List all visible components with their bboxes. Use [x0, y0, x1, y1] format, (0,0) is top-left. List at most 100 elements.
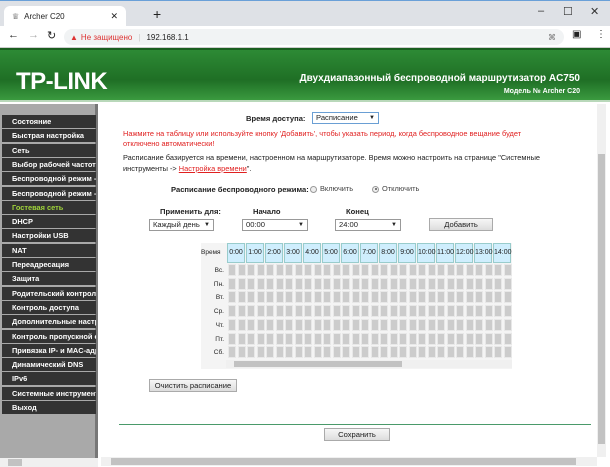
schedule-cell[interactable] — [266, 346, 274, 359]
schedule-cell[interactable] — [427, 318, 436, 331]
schedule-cell[interactable] — [275, 305, 284, 318]
schedule-cell[interactable] — [494, 305, 502, 318]
forward-icon[interactable]: → — [28, 29, 39, 41]
schedule-cell[interactable] — [465, 346, 474, 359]
schedule-cell[interactable] — [456, 264, 464, 276]
schedule-cell[interactable] — [237, 277, 246, 290]
schedule-cell[interactable] — [332, 264, 341, 276]
schedule-cell[interactable] — [237, 264, 246, 276]
schedule-cell[interactable] — [484, 264, 493, 276]
schedule-cell[interactable] — [418, 277, 426, 290]
save-button[interactable]: Сохранить — [324, 428, 390, 441]
schedule-cell[interactable] — [285, 264, 293, 276]
schedule-cell[interactable] — [313, 291, 322, 304]
sidebar-item[interactable]: Родительский контроль — [2, 286, 96, 300]
schedule-cell[interactable] — [446, 277, 455, 290]
schedule-cell[interactable] — [266, 277, 274, 290]
schedule-cell[interactable] — [437, 332, 445, 345]
schedule-cell[interactable] — [275, 291, 284, 304]
schedule-cell[interactable] — [266, 305, 274, 318]
schedule-cell[interactable] — [456, 332, 464, 345]
schedule-cell[interactable] — [237, 346, 246, 359]
schedule-cell[interactable] — [503, 318, 512, 331]
sidebar-item[interactable]: Контроль пропускной способности — [2, 329, 96, 343]
schedule-cell[interactable] — [351, 346, 360, 359]
schedule-cell[interactable] — [361, 318, 369, 331]
schedule-cell[interactable] — [389, 305, 398, 318]
schedule-cell[interactable] — [304, 305, 312, 318]
schedule-cell[interactable] — [380, 346, 388, 359]
schedule-cell[interactable] — [484, 318, 493, 331]
schedule-cell[interactable] — [351, 332, 360, 345]
schedule-cell[interactable] — [399, 291, 407, 304]
schedule-cell[interactable] — [494, 318, 502, 331]
schedule-cell[interactable] — [475, 277, 483, 290]
schedule-cell[interactable] — [427, 277, 436, 290]
sidebar-item[interactable]: Контроль доступа — [2, 300, 96, 314]
translate-icon[interactable]: ⌘ — [548, 33, 556, 42]
schedule-cell[interactable] — [228, 305, 236, 318]
schedule-cell[interactable] — [332, 346, 341, 359]
schedule-cell[interactable] — [323, 318, 331, 331]
schedule-cell[interactable] — [266, 291, 274, 304]
schedule-cell[interactable] — [351, 318, 360, 331]
schedule-cell[interactable] — [437, 264, 445, 276]
schedule-cell[interactable] — [256, 277, 265, 290]
schedule-cell[interactable] — [228, 346, 236, 359]
schedule-cell[interactable] — [475, 264, 483, 276]
schedule-cell[interactable] — [256, 264, 265, 276]
schedule-cell[interactable] — [380, 277, 388, 290]
schedule-cell[interactable] — [446, 305, 455, 318]
schedule-cell[interactable] — [228, 318, 236, 331]
schedule-cell[interactable] — [408, 346, 417, 359]
schedule-cell[interactable] — [332, 291, 341, 304]
schedule-cell[interactable] — [275, 346, 284, 359]
schedule-cell[interactable] — [465, 318, 474, 331]
end-select[interactable]: 24:00 ▼ — [335, 219, 401, 231]
schedule-cell[interactable] — [228, 332, 236, 345]
schedule-cell[interactable] — [503, 291, 512, 304]
schedule-cell[interactable] — [380, 332, 388, 345]
schedule-cell[interactable] — [294, 346, 303, 359]
schedule-cell[interactable] — [408, 264, 417, 276]
sidebar-item[interactable]: Беспроводной режим - 5 ГГц — [2, 186, 96, 200]
schedule-cell[interactable] — [323, 291, 331, 304]
schedule-cell[interactable] — [380, 264, 388, 276]
schedule-cell[interactable] — [418, 291, 426, 304]
schedule-cell[interactable] — [285, 291, 293, 304]
sidebar-item[interactable]: Беспроводной режим - 2,4 ГГц — [2, 172, 96, 186]
clear-schedule-button[interactable]: Очистить расписание — [149, 379, 237, 392]
schedule-cell[interactable] — [465, 305, 474, 318]
schedule-cell[interactable] — [294, 332, 303, 345]
close-tab-icon[interactable]: ✕ — [110, 11, 118, 22]
schedule-cell[interactable] — [370, 318, 379, 331]
schedule-cell[interactable] — [332, 318, 341, 331]
schedule-cell[interactable] — [361, 305, 369, 318]
schedule-cell[interactable] — [389, 291, 398, 304]
insecure-label[interactable]: Не защищено — [81, 33, 132, 42]
schedule-cell[interactable] — [380, 291, 388, 304]
schedule-cell[interactable] — [285, 277, 293, 290]
schedule-cell[interactable] — [247, 332, 255, 345]
sidebar-item[interactable]: Настройки USB — [2, 229, 96, 243]
schedule-cell[interactable] — [370, 291, 379, 304]
start-select[interactable]: 00:00 ▼ — [242, 219, 308, 231]
schedule-cell[interactable] — [313, 305, 322, 318]
schedule-cell[interactable] — [285, 318, 293, 331]
schedule-cell[interactable] — [389, 277, 398, 290]
schedule-cell[interactable] — [256, 305, 265, 318]
schedule-cell[interactable] — [313, 332, 322, 345]
schedule-cell[interactable] — [342, 264, 350, 276]
schedule-cell[interactable] — [323, 305, 331, 318]
schedule-cell[interactable] — [389, 264, 398, 276]
schedule-cell[interactable] — [408, 318, 417, 331]
schedule-cell[interactable] — [247, 277, 255, 290]
schedule-cell[interactable] — [294, 277, 303, 290]
schedule-cell[interactable] — [475, 318, 483, 331]
schedule-cell[interactable] — [427, 305, 436, 318]
schedule-cell[interactable] — [494, 264, 502, 276]
sidebar-item[interactable]: Состояние — [2, 115, 96, 128]
schedule-cell[interactable] — [304, 264, 312, 276]
schedule-cell[interactable] — [361, 332, 369, 345]
schedule-cell[interactable] — [446, 264, 455, 276]
